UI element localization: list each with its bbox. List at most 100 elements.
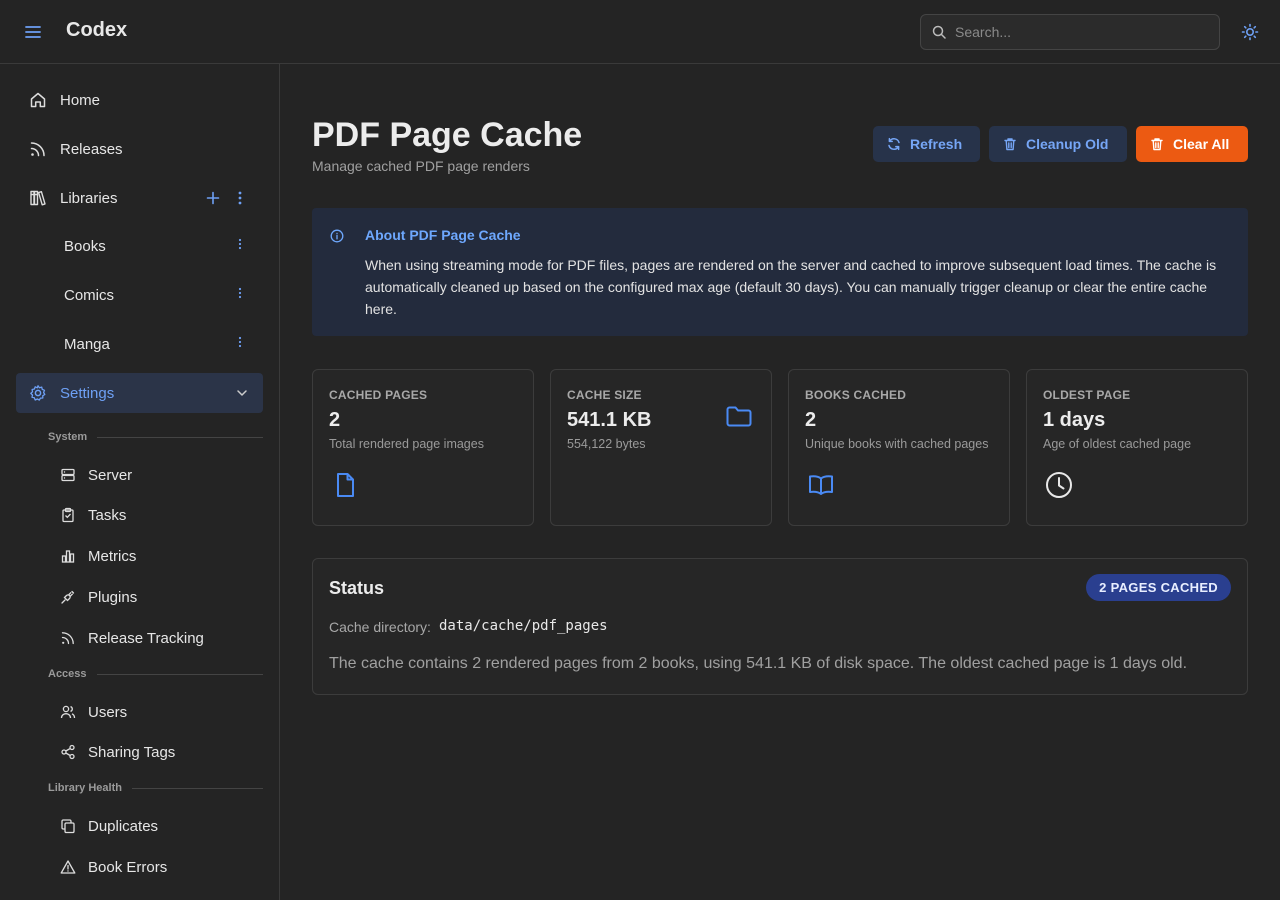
stat-subtext: Total rendered page images (329, 437, 484, 451)
status-title: Status (329, 578, 385, 598)
sidebar-item-libraries[interactable]: Libraries (16, 178, 263, 218)
sidebar-item-sharing-tags[interactable]: Sharing Tags (48, 735, 263, 769)
sidebar-item-label: Release Tracking (88, 629, 204, 647)
sidebar-item-book-errors[interactable]: Book Errors (48, 850, 263, 884)
search-icon (932, 25, 946, 39)
comics-menu-icon[interactable] (234, 287, 250, 303)
refresh-button[interactable]: Refresh (873, 126, 980, 162)
sidebar: Home Releases Libraries Books Comics Man… (0, 64, 280, 900)
plug-icon (60, 589, 76, 605)
libraries-menu-icon[interactable] (232, 190, 248, 206)
sidebar-item-comics[interactable]: Comics (16, 275, 263, 315)
sidebar-item-books[interactable]: Books (16, 226, 263, 266)
stat-value: 1 days (1043, 409, 1106, 431)
sidebar-item-releases[interactable]: Releases (16, 129, 263, 169)
stat-label: BOOKS CACHED (805, 388, 907, 402)
trash-icon (1003, 137, 1017, 151)
cache-directory-value: data/cache/pdf_pages (439, 618, 608, 634)
sidebar-item-label: Plugins (88, 588, 138, 606)
rss-icon (60, 630, 76, 646)
sidebar-item-label: Releases (60, 140, 123, 158)
sidebar-item-settings[interactable]: Settings (16, 373, 263, 413)
sidebar-item-users[interactable]: Users (48, 695, 263, 729)
add-library-button[interactable] (205, 190, 221, 206)
copy-icon (60, 818, 76, 834)
search-input[interactable] (955, 24, 1195, 40)
clipboard-icon (60, 507, 76, 523)
sidebar-item-manga[interactable]: Manga (16, 324, 263, 364)
sidebar-item-label: Libraries (60, 189, 118, 207)
sidebar-item-label: Books (64, 237, 106, 255)
stat-card-oldest-page: OLDEST PAGE 1 days Age of oldest cached … (1026, 369, 1248, 526)
refresh-icon (887, 137, 901, 151)
books-menu-icon[interactable] (234, 238, 250, 254)
bar-chart-icon (60, 548, 76, 564)
server-icon (60, 467, 76, 483)
app-title[interactable]: Codex (66, 19, 127, 42)
sun-icon[interactable] (1241, 23, 1259, 41)
stat-card-cached-pages: CACHED PAGES 2 Total rendered page image… (312, 369, 534, 526)
info-alert: About PDF Page Cache When using streamin… (312, 208, 1248, 336)
top-header: Codex (0, 0, 1280, 64)
page-subtitle: Manage cached PDF page renders (312, 158, 530, 174)
search-box[interactable] (920, 14, 1220, 50)
trash-icon (1150, 137, 1164, 151)
stat-value: 2 (329, 409, 341, 431)
cleanup-old-button-label: Cleanup Old (1026, 136, 1109, 152)
section-title: Access (48, 668, 87, 680)
section-label-access: Access (48, 668, 263, 680)
sidebar-item-label: Settings (60, 384, 115, 402)
sidebar-item-duplicates[interactable]: Duplicates (48, 809, 263, 843)
folder-icon (725, 402, 753, 430)
section-label-library-health: Library Health (48, 782, 263, 794)
gear-icon (29, 384, 47, 402)
stat-label: CACHED PAGES (329, 388, 428, 402)
stat-value: 2 (805, 409, 817, 431)
users-icon (60, 704, 76, 720)
stat-value: 541.1 KB (567, 409, 652, 431)
library-icon (29, 189, 47, 207)
sidebar-item-label: Manga (64, 335, 110, 353)
stat-subtext: Unique books with cached pages (805, 437, 989, 451)
sidebar-item-home[interactable]: Home (16, 80, 263, 120)
sidebar-item-label: Book Errors (88, 858, 168, 876)
refresh-button-label: Refresh (910, 136, 963, 152)
section-title: Library Health (48, 782, 122, 794)
stat-subtext: 554,122 bytes (567, 437, 646, 451)
cache-directory-label: Cache directory: (329, 619, 431, 635)
sidebar-item-label: Comics (64, 286, 115, 304)
clear-all-button-label: Clear All (1173, 136, 1230, 152)
sidebar-item-label: Metrics (88, 547, 137, 565)
sidebar-item-plugins[interactable]: Plugins (48, 580, 263, 614)
sidebar-item-label: Home (60, 91, 101, 109)
status-description: The cache contains 2 rendered pages from… (329, 655, 1188, 672)
sidebar-item-label: Server (88, 466, 133, 484)
sidebar-item-release-tracking[interactable]: Release Tracking (48, 621, 263, 655)
hamburger-icon[interactable] (24, 23, 42, 41)
status-badge: 2 PAGES CACHED (1086, 574, 1231, 601)
sidebar-item-metrics[interactable]: Metrics (48, 539, 263, 573)
sidebar-item-label: Duplicates (88, 817, 159, 835)
cleanup-old-button[interactable]: Cleanup Old (989, 126, 1127, 162)
stat-card-cache-size: CACHE SIZE 541.1 KB 554,122 bytes (550, 369, 772, 526)
home-icon (29, 91, 47, 109)
section-label-system: System (48, 431, 263, 443)
status-card: Status 2 PAGES CACHED Cache directory: d… (312, 558, 1248, 695)
share-icon (60, 744, 76, 760)
stat-label: CACHE SIZE (567, 388, 642, 402)
chevron-down-icon (235, 386, 249, 400)
sidebar-item-tasks[interactable]: Tasks (48, 498, 263, 532)
info-icon (330, 229, 344, 243)
clock-icon (1045, 471, 1073, 499)
clear-all-button[interactable]: Clear All (1136, 126, 1248, 162)
manga-menu-icon[interactable] (234, 336, 250, 352)
warning-icon (60, 859, 76, 875)
info-title: About PDF Page Cache (365, 227, 521, 243)
stat-card-books-cached: BOOKS CACHED 2 Unique books with cached … (788, 369, 1010, 526)
file-icon (331, 471, 359, 499)
rss-icon (29, 140, 47, 158)
sidebar-item-label: Sharing Tags (88, 743, 176, 761)
sidebar-item-server[interactable]: Server (48, 458, 263, 492)
page-title: PDF Page Cache (312, 116, 583, 154)
stat-label: OLDEST PAGE (1043, 388, 1131, 402)
